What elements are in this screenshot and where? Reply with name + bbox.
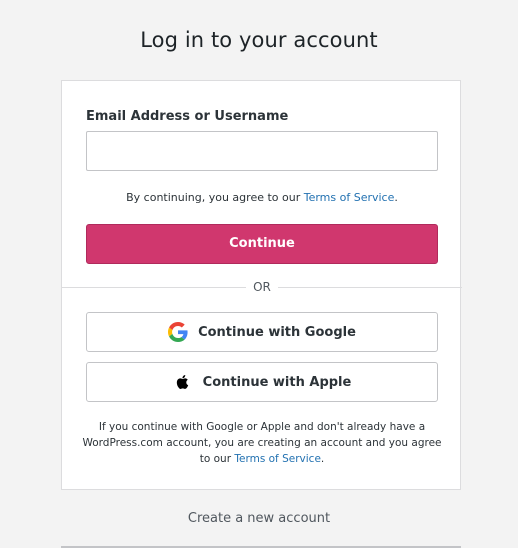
tos-suffix: . — [394, 191, 398, 204]
continue-with-apple-button[interactable]: Continue with Apple — [86, 362, 438, 402]
apple-button-label: Continue with Apple — [202, 374, 352, 390]
page-title: Log in to your account — [140, 28, 378, 52]
login-page: Log in to your account Email Address or … — [0, 0, 518, 548]
terms-of-service-link[interactable]: Terms of Service — [304, 191, 395, 204]
or-label: OR — [246, 280, 278, 294]
disclaimer-terms-link[interactable]: Terms of Service — [234, 453, 321, 465]
apple-icon — [173, 372, 193, 392]
login-card: Email Address or Username By continuing,… — [61, 80, 462, 490]
create-account-link[interactable]: Create a new account — [0, 511, 518, 526]
google-button-label: Continue with Google — [198, 324, 356, 340]
continue-with-google-button[interactable]: Continue with Google — [86, 312, 438, 352]
email-username-input[interactable] — [86, 131, 438, 171]
email-field-label: Email Address or Username — [86, 109, 289, 124]
disclaimer-suffix: . — [320, 453, 325, 465]
tos-notice: By continuing, you agree to our Terms of… — [62, 191, 462, 204]
google-icon — [168, 322, 188, 342]
tos-prefix: By continuing, you agree to our — [126, 191, 304, 204]
social-signup-disclaimer: If you continue with Google or Apple and… — [82, 419, 442, 467]
continue-button[interactable]: Continue — [86, 224, 438, 264]
